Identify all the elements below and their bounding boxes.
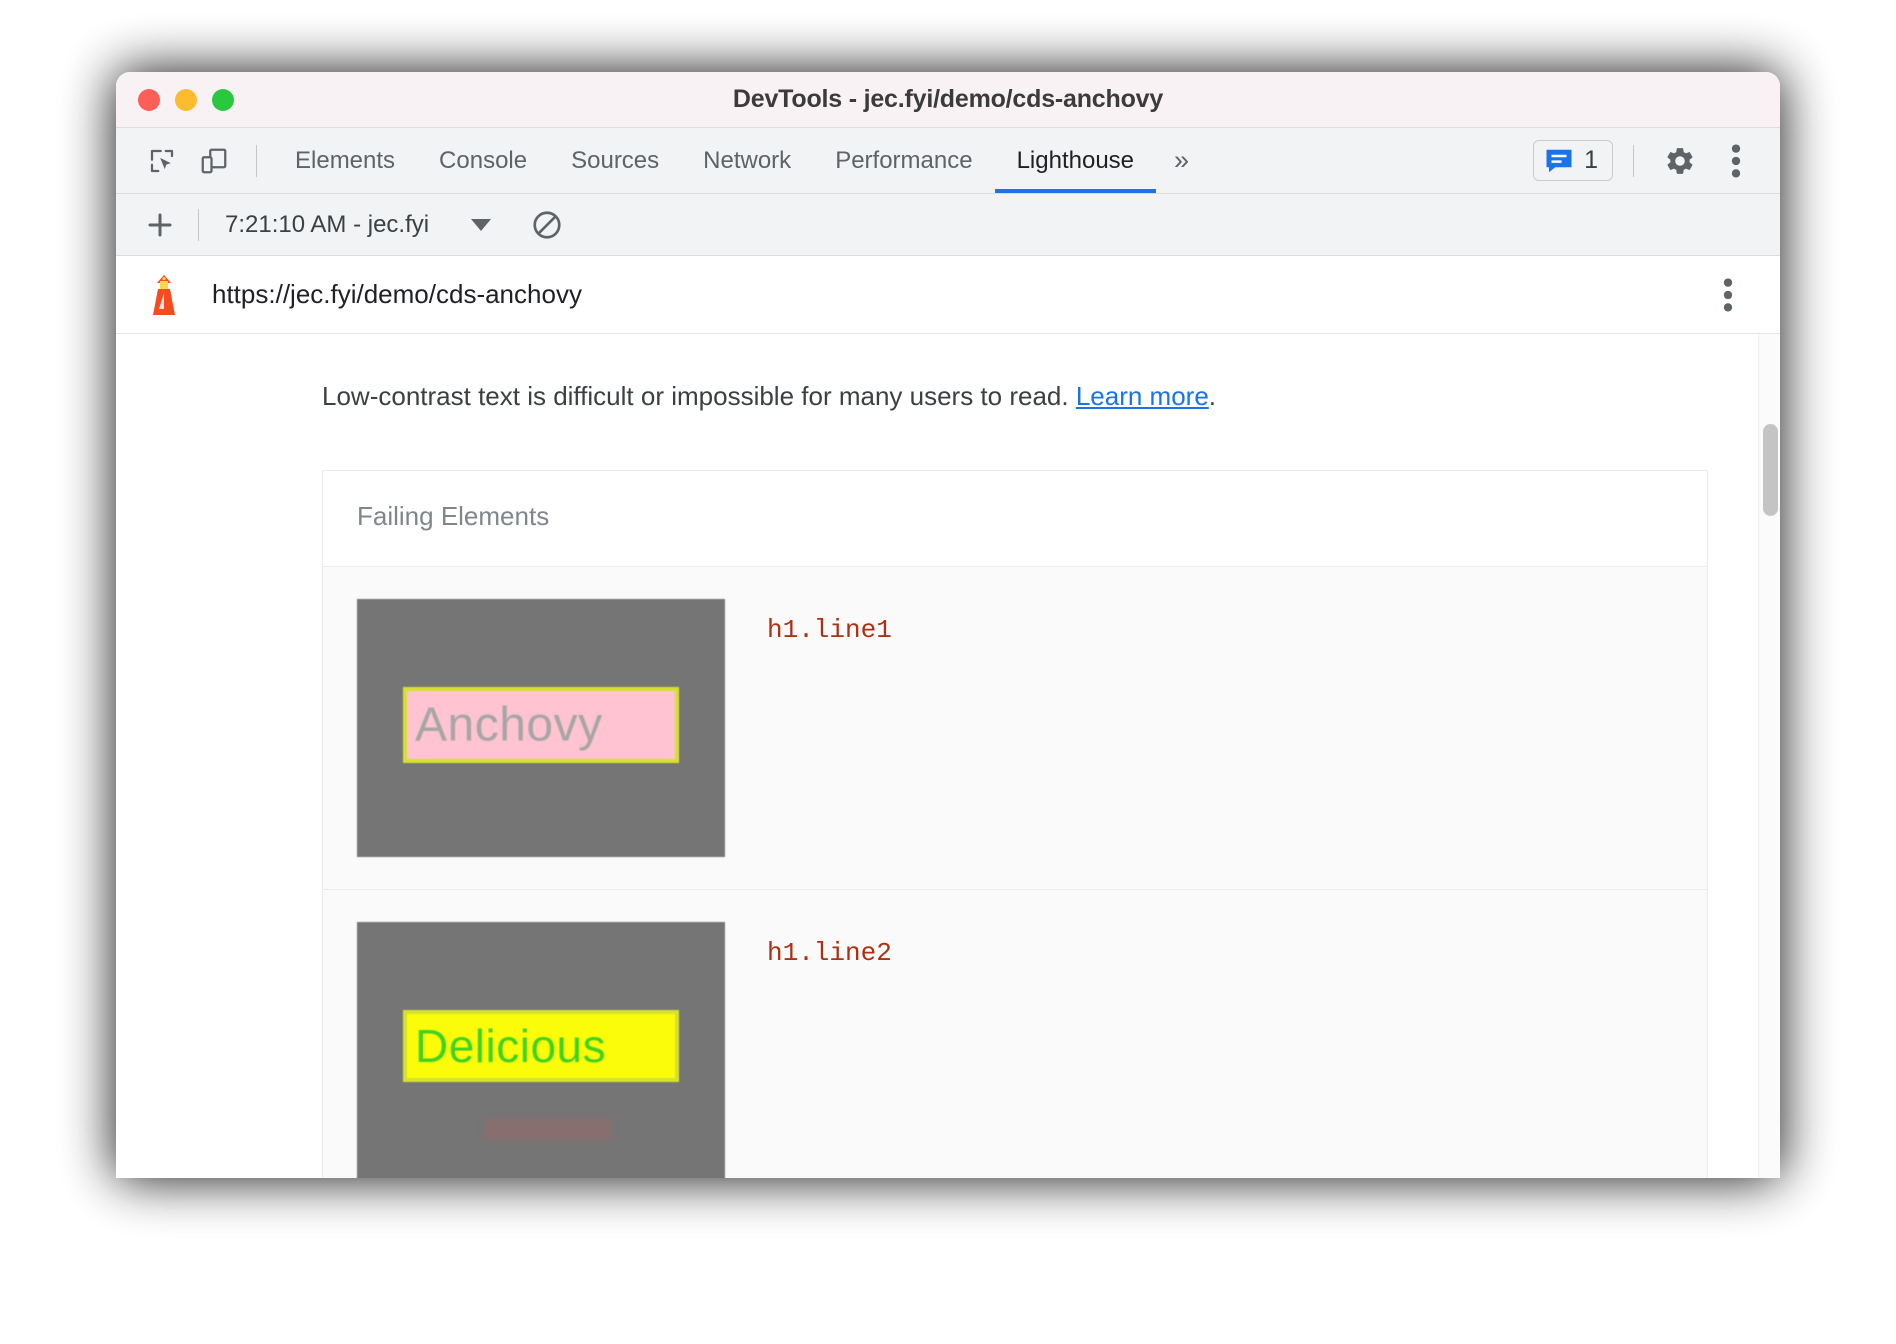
audit-description: Low-contrast text is difficult or imposs… (116, 380, 1780, 414)
device-toolbar-icon (199, 146, 229, 176)
tab-lighthouse-label: Lighthouse (1017, 147, 1134, 175)
report-menu-button[interactable] (1706, 273, 1750, 317)
tab-sources-label: Sources (571, 147, 659, 175)
clear-reports-button[interactable] (525, 203, 569, 247)
tab-network[interactable]: Network (681, 128, 813, 193)
lighthouse-icon (142, 273, 186, 317)
element-thumbnail: Delicious (357, 922, 725, 1178)
screen-root: DevTools - jec.fyi/demo/cds-anchovy (0, 0, 1896, 1344)
inspect-element-button[interactable] (136, 135, 188, 187)
element-selector: h1.line1 (767, 615, 892, 645)
plus-icon (145, 210, 175, 240)
inspect-element-icon (147, 146, 177, 176)
tab-console-label: Console (439, 147, 527, 175)
new-audit-button[interactable] (138, 203, 182, 247)
gear-icon (1664, 145, 1696, 177)
window-title: DevTools - jec.fyi/demo/cds-anchovy (116, 85, 1780, 114)
message-count-label: 1 (1584, 146, 1598, 175)
learn-more-link[interactable]: Learn more (1076, 381, 1209, 411)
thumbnail-secondary-blob (485, 1118, 611, 1140)
tab-performance[interactable]: Performance (813, 128, 994, 193)
thumbnail-text: Anchovy (415, 697, 603, 752)
devtools-window: DevTools - jec.fyi/demo/cds-anchovy (116, 72, 1780, 1178)
report-url: https://jec.fyi/demo/cds-anchovy (212, 279, 582, 310)
thumbnail-text: Delicious (415, 1019, 606, 1073)
panel-tabs: Elements Console Sources Network Perform… (273, 128, 1156, 193)
more-tabs-button[interactable]: » (1156, 147, 1207, 174)
report-scrollbar[interactable] (1758, 334, 1780, 1178)
tab-console[interactable]: Console (417, 128, 549, 193)
report-selector[interactable]: 7:21:10 AM - jec.fyi (215, 207, 501, 243)
tab-elements[interactable]: Elements (273, 128, 417, 193)
report-scrollbar-thumb[interactable] (1763, 424, 1778, 516)
tab-network-label: Network (703, 147, 791, 175)
device-toolbar-button[interactable] (188, 135, 240, 187)
vertical-dots-icon (1731, 144, 1741, 178)
tab-sources[interactable]: Sources (549, 128, 681, 193)
message-count-button[interactable]: 1 (1533, 140, 1613, 181)
failing-elements-card: Failing Elements Anchovy h1.line1 Del (322, 470, 1708, 1178)
report-body: Low-contrast text is difficult or imposs… (116, 334, 1780, 1178)
double-chevron-right-icon: » (1174, 147, 1189, 174)
settings-button[interactable] (1654, 135, 1706, 187)
element-selector: h1.line2 (767, 938, 892, 968)
lighthouse-run-toolbar: 7:21:10 AM - jec.fyi (116, 194, 1780, 256)
report-selector-label: 7:21:10 AM - jec.fyi (225, 211, 429, 239)
audit-description-text: Low-contrast text is difficult or imposs… (322, 381, 1076, 411)
message-icon (1544, 147, 1574, 175)
tab-lighthouse[interactable]: Lighthouse (995, 128, 1156, 193)
tab-performance-label: Performance (835, 147, 972, 175)
highlighted-element-box: Delicious (403, 1010, 679, 1082)
element-thumbnail: Anchovy (357, 599, 725, 857)
vertical-dots-icon (1723, 278, 1733, 312)
table-row[interactable]: Anchovy h1.line1 (323, 567, 1707, 890)
run-toolbar-divider (198, 209, 199, 241)
report-header: https://jec.fyi/demo/cds-anchovy (116, 256, 1780, 334)
audit-description-suffix: . (1209, 381, 1216, 411)
no-entry-icon (531, 209, 563, 241)
highlighted-element-box: Anchovy (403, 687, 679, 763)
devtools-tabbar: Elements Console Sources Network Perform… (116, 128, 1780, 194)
chevron-down-icon (471, 219, 491, 231)
tabbar-right-divider (1633, 145, 1634, 177)
toolbar-divider (256, 145, 257, 177)
tabbar-right-controls: 1 (1533, 135, 1762, 187)
devtools-overflow-menu-button[interactable] (1710, 135, 1762, 187)
failing-elements-header: Failing Elements (323, 471, 1707, 567)
table-row[interactable]: Delicious h1.line2 (323, 890, 1707, 1178)
window-titlebar: DevTools - jec.fyi/demo/cds-anchovy (116, 72, 1780, 128)
tab-elements-label: Elements (295, 147, 395, 175)
